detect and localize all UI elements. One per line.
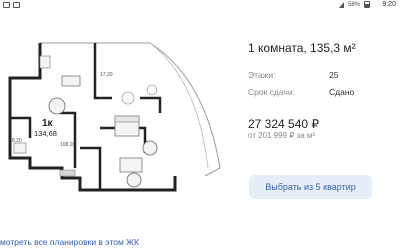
room-area-label-2: 8,20 [12, 138, 22, 144]
bathtub [126, 172, 142, 188]
floor-plan[interactable]: 17,20 8,20 108,28 1к 134,68 [0, 18, 222, 198]
plan-total-area: 134,68 [34, 129, 57, 138]
floors-row: Этажи: 25 [248, 70, 378, 80]
glass-facade [40, 42, 221, 177]
room-area-label-3: 108,28 [60, 142, 76, 148]
glass-facade-inner [149, 42, 209, 169]
exterior-wall [8, 43, 177, 192]
battery-icon [364, 1, 370, 8]
deadline-value: Сдано [329, 87, 355, 97]
plant-2 [146, 84, 158, 96]
plan-room-count: 1к [42, 118, 54, 129]
status-bar: 58% 9:20 [0, 0, 400, 12]
listing-title: 1 комната, 135,3 м² [248, 41, 356, 55]
sofa [61, 75, 81, 87]
signal-icon [338, 1, 344, 8]
interior-wall-1 [93, 43, 112, 100]
clock: 9:20 [382, 1, 396, 8]
kitchen-table [119, 157, 143, 173]
interior-wall-4 [60, 111, 77, 168]
mail-notification-icon [13, 2, 20, 8]
notification-icons [3, 2, 20, 8]
plant [121, 91, 135, 105]
pillows [114, 115, 140, 123]
interior-wall-3 [10, 116, 32, 138]
entrance-mat [59, 169, 76, 177]
room-area-label-1: 17,20 [100, 72, 113, 78]
status-indicators: 58% [338, 1, 370, 8]
deadline-label: Срок сдачи: [248, 87, 295, 97]
choose-apartment-button[interactable]: Выбрать из 5 квартир [249, 175, 372, 199]
deadline-row: Срок сдачи: Сдано [248, 87, 378, 97]
price: 27 324 540 ₽ [248, 117, 320, 131]
round-table [48, 97, 66, 115]
price-per-m2: от 201 999 ₽ за м² [248, 131, 316, 140]
wardrobe [39, 55, 51, 69]
armchair [142, 140, 158, 156]
battery-level: 58% [347, 1, 360, 8]
image-notification-icon [3, 2, 10, 8]
floors-value: 25 [329, 70, 339, 80]
interior-wall-6 [80, 146, 102, 190]
interior-wall-2 [140, 96, 162, 113]
floors-label: Этажи: [248, 70, 276, 80]
sink [13, 142, 27, 154]
all-layouts-link[interactable]: мотреть все планировки в этом ЖК [0, 237, 139, 247]
